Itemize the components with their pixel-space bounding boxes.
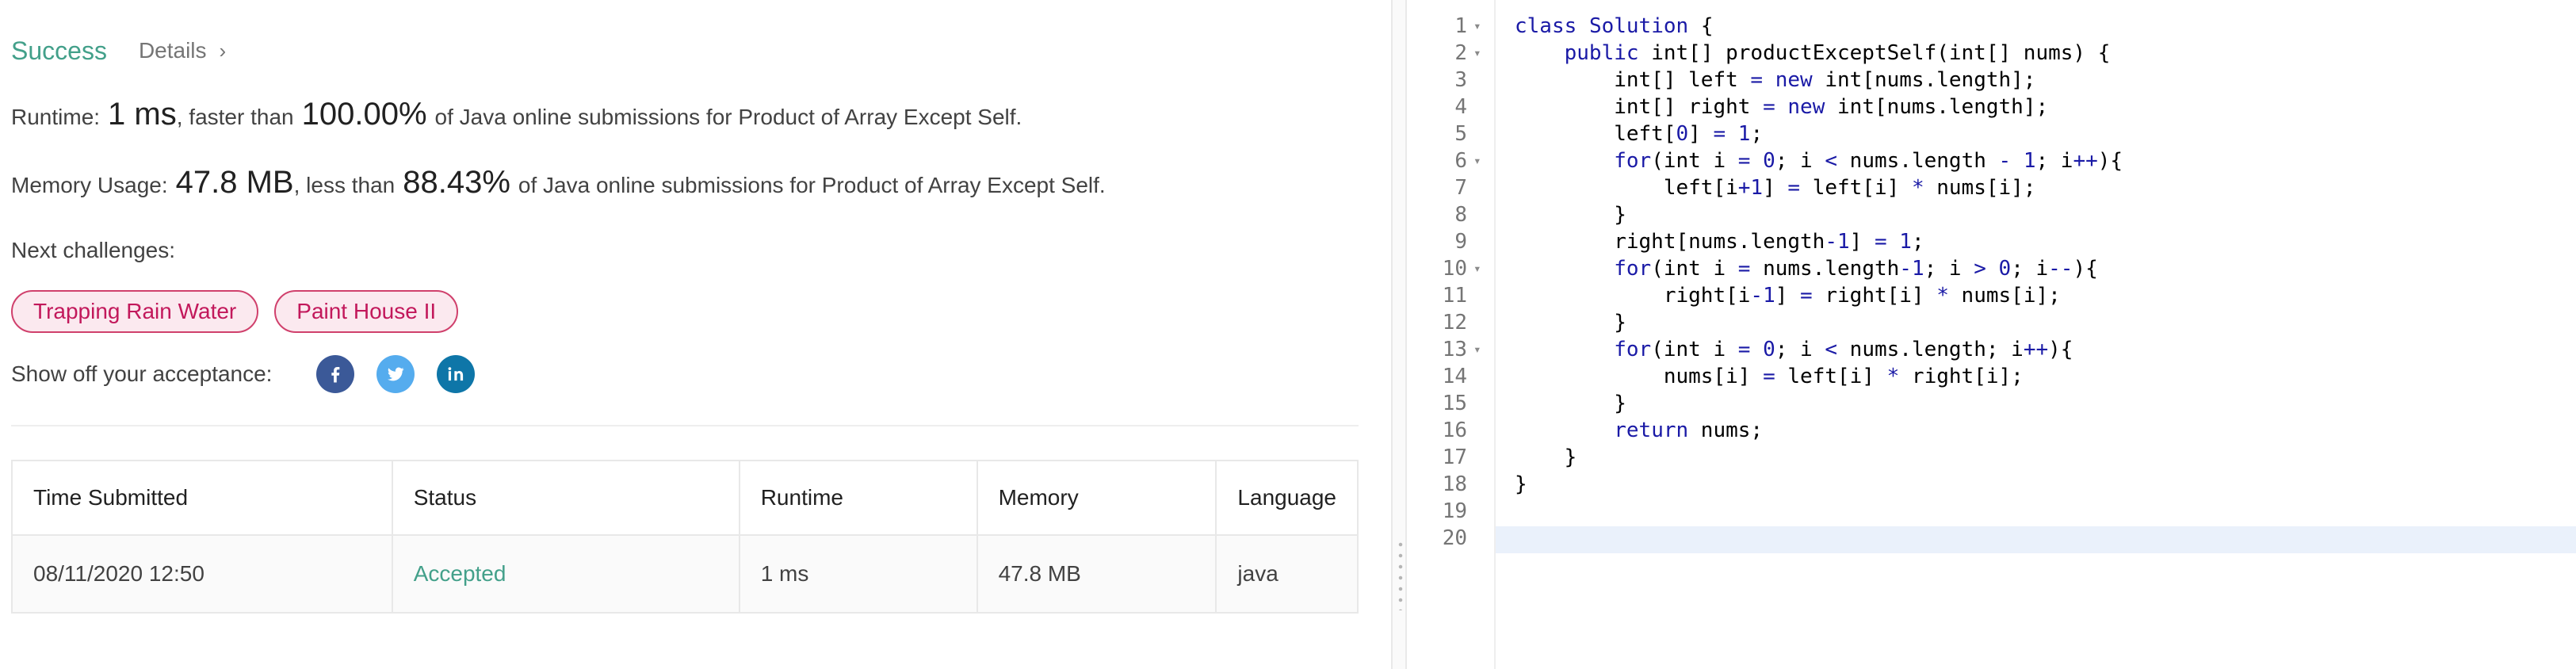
runtime-cell: 1 ms <box>738 534 978 614</box>
code-text: class Solution { <box>1515 14 1714 38</box>
column-header[interactable]: Memory <box>976 460 1217 536</box>
line-number: 7 <box>1454 176 1467 200</box>
chevron-right-icon: › <box>219 38 227 63</box>
line-number: 17 <box>1442 445 1467 469</box>
fold-arrow-icon[interactable]: ▾ <box>1473 255 1485 282</box>
share-row: Show off your acceptance: <box>11 352 497 396</box>
fold-arrow-icon[interactable]: ▾ <box>1473 13 1485 40</box>
fold-arrow-icon[interactable]: ▾ <box>1473 40 1485 67</box>
code-text: } <box>1515 392 1626 415</box>
runtime-suffix: of Java online submissions for Product o… <box>434 105 1022 129</box>
line-number: 6 <box>1454 149 1467 173</box>
line-number: 8 <box>1454 203 1467 227</box>
success-status: Success <box>11 36 107 65</box>
line-number: 4 <box>1454 95 1467 119</box>
code-text: for(int i = 0; i < nums.length; i++){ <box>1614 338 2073 361</box>
code-text: for(int i = 0; i < nums.length - 1; i++)… <box>1614 149 2123 173</box>
table-row[interactable]: 08/11/2020 12:50 Accepted 1 ms 47.8 MB j… <box>11 534 1359 614</box>
gutter-border <box>1494 0 1496 669</box>
column-header[interactable]: Time Submitted <box>11 460 393 536</box>
details-link[interactable]: Details › <box>139 38 226 63</box>
line-number: 14 <box>1442 365 1467 388</box>
memory-cell: 47.8 MB <box>976 534 1217 614</box>
code-text: public int[] productExceptSelf(int[] num… <box>1564 41 2111 65</box>
code-text: right[nums.length-1] = 1; <box>1515 230 1924 254</box>
memory-value: 47.8 MB <box>175 165 294 200</box>
line-number: 16 <box>1442 419 1467 442</box>
line-number: 11 <box>1442 284 1467 308</box>
line-number: 10 <box>1442 257 1467 281</box>
drag-grip-icon <box>1398 539 1403 610</box>
code-text: return nums; <box>1614 419 1764 442</box>
code-text: } <box>1515 203 1626 227</box>
runtime-percent: 100.00% <box>301 97 427 132</box>
fold-arrow-icon[interactable]: ▾ <box>1473 147 1485 174</box>
code-text: } <box>1515 445 1577 469</box>
line-number: 18 <box>1442 472 1467 496</box>
code-text: } <box>1515 311 1626 334</box>
column-header[interactable]: Language <box>1215 460 1359 536</box>
line-number: 13 <box>1442 338 1467 361</box>
memory-label: Memory Usage: <box>11 173 168 197</box>
runtime-label: Runtime: <box>11 105 101 129</box>
line-number: 1 <box>1454 14 1467 38</box>
code-text: int[] left = new int[nums.length]; <box>1515 68 2036 92</box>
code-text: int[] right = new int[nums.length]; <box>1515 95 2049 119</box>
twitter-icon[interactable] <box>376 355 415 393</box>
runtime-mid: , faster than <box>176 105 294 129</box>
facebook-icon[interactable] <box>316 355 355 393</box>
time-submitted-cell: 08/11/2020 12:50 <box>11 534 393 614</box>
memory-stat: Memory Usage: 47.8 MB , less than 88.43%… <box>11 165 1106 201</box>
line-number: 9 <box>1454 230 1467 254</box>
line-number: 15 <box>1442 392 1467 415</box>
line-number: 19 <box>1442 499 1467 523</box>
submissions-table: Time Submitted Status Runtime Memory Lan… <box>11 460 1359 614</box>
next-challenges-label: Next challenges: <box>11 238 176 262</box>
submission-result-panel: Success Details › Runtime: 1 ms , faster… <box>0 0 1391 669</box>
panel-resize-handle[interactable] <box>1391 0 1407 669</box>
challenge-chip-trapping-rain-water[interactable]: Trapping Rain Water <box>11 290 259 333</box>
code-text: left[i+1] = left[i] * nums[i]; <box>1515 176 2036 200</box>
line-number: 12 <box>1442 311 1467 334</box>
runtime-stat: Runtime: 1 ms , faster than 100.00% of J… <box>11 97 1022 132</box>
language-cell: java <box>1215 534 1359 614</box>
memory-mid: , less than <box>293 173 396 197</box>
runtime-value: 1 ms <box>108 97 177 132</box>
memory-suffix: of Java online submissions for Product o… <box>518 173 1106 197</box>
memory-percent: 88.43% <box>403 165 510 200</box>
code-text: right[i-1] = right[i] * nums[i]; <box>1515 284 2061 308</box>
status-cell[interactable]: Accepted <box>391 534 740 614</box>
column-header[interactable]: Runtime <box>738 460 978 536</box>
active-line-highlight <box>1496 526 2576 553</box>
share-label: Show off your acceptance: <box>11 361 273 386</box>
line-number: 5 <box>1454 122 1467 146</box>
details-label: Details <box>138 38 207 63</box>
line-number: 20 <box>1442 526 1467 550</box>
challenge-chip-paint-house-ii[interactable]: Paint House II <box>274 290 459 333</box>
next-challenges-list: Trapping Rain Water Paint House II <box>11 290 459 333</box>
line-number: 3 <box>1454 68 1467 92</box>
column-header[interactable]: Status <box>391 460 740 536</box>
code-text: } <box>1515 472 1527 496</box>
code-editor[interactable]: 1 ▾ class Solution {2 ▾ public int[] produc… <box>1407 0 2576 669</box>
code-text: for(int i = nums.length-1; i > 0; i--){ <box>1614 257 2098 281</box>
table-header-row: Time Submitted Status Runtime Memory Lan… <box>11 460 1359 536</box>
line-number: 2 <box>1454 41 1467 65</box>
linkedin-icon[interactable] <box>437 355 476 393</box>
fold-arrow-icon[interactable]: ▾ <box>1473 336 1485 363</box>
code-text: left[0] = 1; <box>1515 122 1764 146</box>
code-text: nums[i] = left[i] * right[i]; <box>1515 365 2024 388</box>
status-row: Success Details › <box>11 32 226 70</box>
divider-line <box>11 425 1359 426</box>
